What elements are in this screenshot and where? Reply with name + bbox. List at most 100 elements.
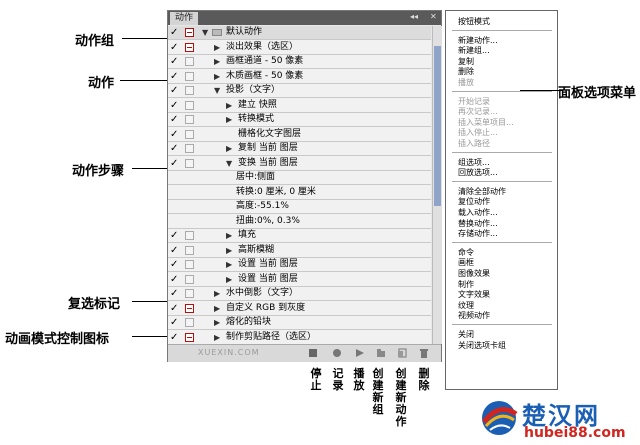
menu-item[interactable]: 新建动作... <box>458 36 498 46</box>
action-row[interactable]: ✓ ▼ 投影（文字） <box>168 84 431 98</box>
action-row[interactable]: ✓ ▶ 自定义 RGB 到灰度 <box>168 302 431 316</box>
toggle-checkmark[interactable]: ✓ <box>170 333 180 343</box>
menu-item[interactable]: 命令 <box>458 248 474 258</box>
toggle-checkmark[interactable]: ✓ <box>170 260 180 270</box>
action-step-row[interactable]: ✓ ▶ 填充 <box>168 229 431 243</box>
action-row[interactable]: ✓ ▶ 木质画框 - 50 像素 <box>168 70 431 84</box>
expand-triangle-icon[interactable]: ▶ <box>226 113 232 126</box>
toggle-checkmark[interactable]: ✓ <box>170 159 180 169</box>
dialog-toggle-icon[interactable] <box>185 72 194 81</box>
scrollbar[interactable] <box>432 26 442 344</box>
dialog-toggle-icon[interactable] <box>185 86 194 95</box>
dialog-toggle-icon[interactable] <box>185 159 194 168</box>
toggle-checkmark[interactable]: ✓ <box>170 86 180 96</box>
expand-triangle-icon[interactable]: ▶ <box>226 142 232 155</box>
toggle-checkmark[interactable] <box>170 173 180 183</box>
action-row[interactable]: ✓ ▶ 熔化的铅块 <box>168 316 431 330</box>
action-step-row[interactable]: ✓ ▶ 设置 当前 图层 <box>168 258 431 272</box>
dialog-toggle-icon[interactable] <box>185 57 194 66</box>
toggle-checkmark[interactable]: ✓ <box>170 246 180 256</box>
action-step-row[interactable]: ✓ 栅格化文字图层 <box>168 128 431 142</box>
dialog-toggle-icon[interactable] <box>185 144 194 153</box>
menu-item[interactable]: 删除 <box>458 67 474 77</box>
toggle-checkmark[interactable]: ✓ <box>170 57 180 67</box>
menu-item[interactable]: 存储动作... <box>458 229 498 239</box>
toggle-checkmark[interactable]: ✓ <box>170 101 180 111</box>
menu-item[interactable]: 图像效果 <box>458 269 490 279</box>
dialog-toggle-icon[interactable] <box>185 115 194 124</box>
menu-item[interactable]: 复位动作 <box>458 197 490 207</box>
toggle-checkmark[interactable]: ✓ <box>170 72 180 82</box>
delete-icon[interactable] <box>419 348 429 358</box>
dialog-toggle-icon[interactable] <box>185 275 194 284</box>
action-set-row[interactable]: ✓ ▼ 默认动作 <box>168 26 431 40</box>
menu-item[interactable]: 新建组... <box>458 46 490 56</box>
action-row[interactable]: ✓ ▶ 水中倒影（文字） <box>168 287 431 301</box>
toggle-checkmark[interactable]: ✓ <box>170 289 180 299</box>
toggle-checkmark[interactable]: ✓ <box>170 304 180 314</box>
step-detail-row[interactable]: 转换:0 厘米, 0 厘米 <box>168 186 431 200</box>
action-step-row[interactable]: ✓ ▶ 复制 当前 图层 <box>168 142 431 156</box>
stop-icon[interactable] <box>308 348 318 358</box>
dialog-toggle-icon[interactable] <box>185 130 194 139</box>
record-icon[interactable] <box>332 348 342 358</box>
new-action-icon[interactable] <box>397 348 407 358</box>
expand-triangle-icon[interactable]: ▶ <box>214 331 220 344</box>
action-step-row[interactable]: ✓ ▶ 高斯模糊 <box>168 244 431 258</box>
toggle-checkmark[interactable] <box>170 202 180 212</box>
scrollbar-thumb[interactable] <box>434 46 441 206</box>
toggle-checkmark[interactable]: ✓ <box>170 115 180 125</box>
dialog-toggle-icon[interactable] <box>185 304 194 313</box>
menu-item[interactable]: 回放选项... <box>458 168 498 178</box>
step-detail-row[interactable]: 高度:-55.1% <box>168 200 431 214</box>
dialog-toggle-icon[interactable] <box>185 231 194 240</box>
action-step-row[interactable]: ✓ ▶ 建立 快照 <box>168 99 431 113</box>
toggle-checkmark[interactable]: ✓ <box>170 318 180 328</box>
toggle-checkmark[interactable]: ✓ <box>170 43 180 53</box>
menu-item[interactable]: 视频动作 <box>458 311 490 321</box>
expand-triangle-icon[interactable]: ▶ <box>226 229 232 242</box>
expand-triangle-icon[interactable]: ▶ <box>214 41 220 54</box>
collapse-triangle-icon[interactable]: ▼ <box>226 157 232 170</box>
new-set-icon[interactable] <box>376 348 386 358</box>
expand-triangle-icon[interactable]: ▼ <box>202 26 208 39</box>
expand-triangle-icon[interactable]: ▶ <box>226 99 232 112</box>
dialog-toggle-icon[interactable] <box>185 260 194 269</box>
toggle-checkmark[interactable]: ✓ <box>170 144 180 154</box>
menu-item[interactable]: 制作 <box>458 280 474 290</box>
menu-item[interactable]: 按钮模式 <box>458 17 490 27</box>
menu-item[interactable]: 载入动作... <box>458 208 498 218</box>
toggle-checkmark[interactable]: ✓ <box>170 231 180 241</box>
play-icon[interactable] <box>355 348 365 358</box>
dialog-toggle-icon[interactable] <box>185 318 194 327</box>
dialog-toggle-icon[interactable] <box>185 43 194 52</box>
action-step-row[interactable]: ✓ ▼ 变换 当前 图层 <box>168 157 431 171</box>
toggle-checkmark[interactable]: ✓ <box>170 28 180 38</box>
dialog-toggle-icon[interactable] <box>185 333 194 342</box>
toggle-checkmark[interactable] <box>170 188 180 198</box>
expand-triangle-icon[interactable]: ▶ <box>214 287 220 300</box>
menu-item[interactable]: 关闭选项卡组 <box>458 341 506 351</box>
collapse-triangle-icon[interactable]: ▼ <box>214 84 220 97</box>
toggle-checkmark[interactable] <box>170 217 180 227</box>
expand-triangle-icon[interactable]: ▶ <box>226 258 232 271</box>
action-step-row[interactable]: ✓ ▶ 转换模式 <box>168 113 431 127</box>
expand-triangle-icon[interactable]: ▶ <box>214 302 220 315</box>
dialog-toggle-icon[interactable] <box>185 246 194 255</box>
expand-triangle-icon[interactable]: ▶ <box>214 55 220 68</box>
action-step-row[interactable]: ✓ ▶ 设置 当前 图层 <box>168 273 431 287</box>
tab-actions[interactable]: 动作 <box>170 12 199 25</box>
expand-triangle-icon[interactable]: ▶ <box>226 273 232 286</box>
dialog-toggle-icon[interactable] <box>185 101 194 110</box>
toggle-checkmark[interactable]: ✓ <box>170 275 180 285</box>
menu-item[interactable]: 文字效果 <box>458 290 490 300</box>
step-detail-row[interactable]: 扭曲:0%, 0.3% <box>168 215 431 229</box>
action-row[interactable]: ✓ ▶ 淡出效果（选区） <box>168 41 431 55</box>
menu-item[interactable]: 组选项... <box>458 158 490 168</box>
expand-triangle-icon[interactable]: ▶ <box>214 70 220 83</box>
menu-item[interactable]: 画框 <box>458 258 474 268</box>
collapse-icon[interactable]: ◂◂ <box>410 12 418 21</box>
menu-item[interactable]: 关闭 <box>458 330 474 340</box>
menu-item[interactable]: 清除全部动作 <box>458 187 506 197</box>
action-row[interactable]: ✓ ▶ 画框通道 - 50 像素 <box>168 55 431 69</box>
